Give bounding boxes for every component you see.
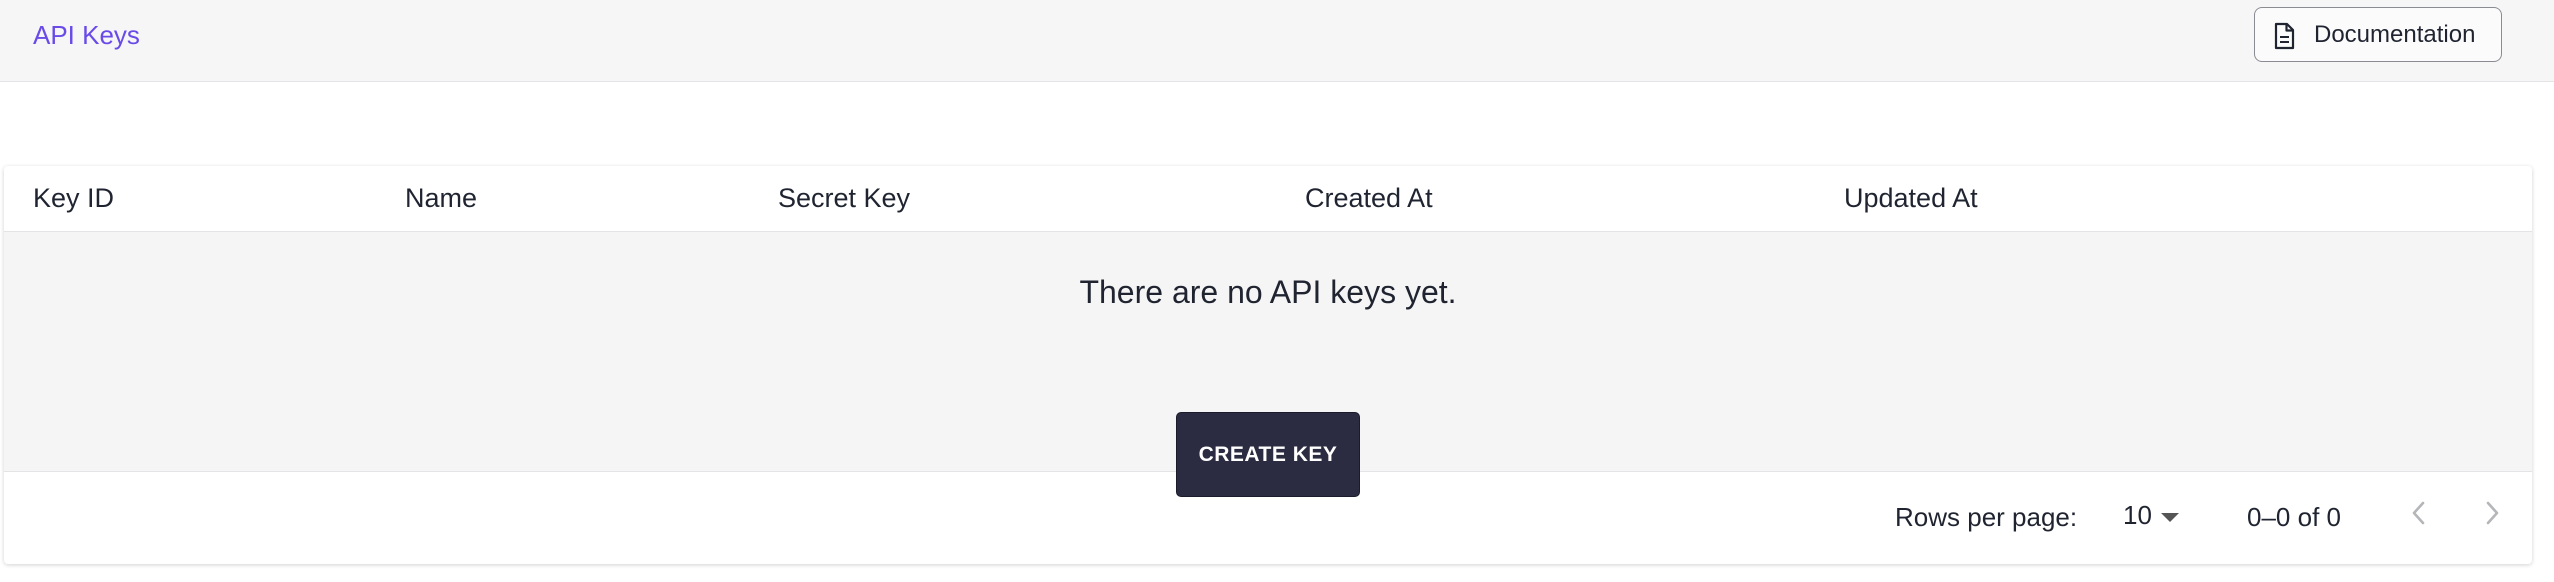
breadcrumb-api-keys[interactable]: API Keys (33, 20, 140, 51)
column-header-created-at[interactable]: Created At (1305, 183, 1433, 214)
column-header-updated-at[interactable]: Updated At (1844, 183, 1978, 214)
create-key-button[interactable]: CREATE KEY (1176, 412, 1360, 497)
chevron-left-icon (2412, 501, 2425, 525)
rows-per-page-select[interactable]: 10 (2120, 496, 2186, 536)
api-keys-table: Key ID Name Secret Key Created At Update… (4, 166, 2532, 564)
rows-per-page-value: 10 (2123, 500, 2152, 530)
documentation-button[interactable]: Documentation (2254, 7, 2502, 62)
chevron-right-icon (2486, 501, 2499, 525)
empty-state: CREATE KEY (4, 232, 2532, 497)
previous-page-button[interactable] (2395, 489, 2443, 537)
next-page-button[interactable] (2468, 489, 2516, 537)
rows-per-page-label: Rows per page: (1895, 502, 2078, 532)
pagination-range: 0–0 of 0 (2247, 502, 2341, 532)
table-header: Key ID Name Secret Key Created At Update… (4, 166, 2532, 232)
caret-down-icon (2161, 513, 2179, 522)
column-header-secret-key[interactable]: Secret Key (778, 183, 910, 214)
empty-state-message: There are no API keys yet. (1079, 274, 1457, 310)
documentation-label: Documentation (2314, 21, 2476, 48)
column-header-name[interactable]: Name (405, 183, 477, 214)
column-header-key-id[interactable]: Key ID (33, 183, 114, 214)
document-icon (2274, 22, 2295, 50)
top-bar: API Keys Documentation (0, 0, 2554, 82)
